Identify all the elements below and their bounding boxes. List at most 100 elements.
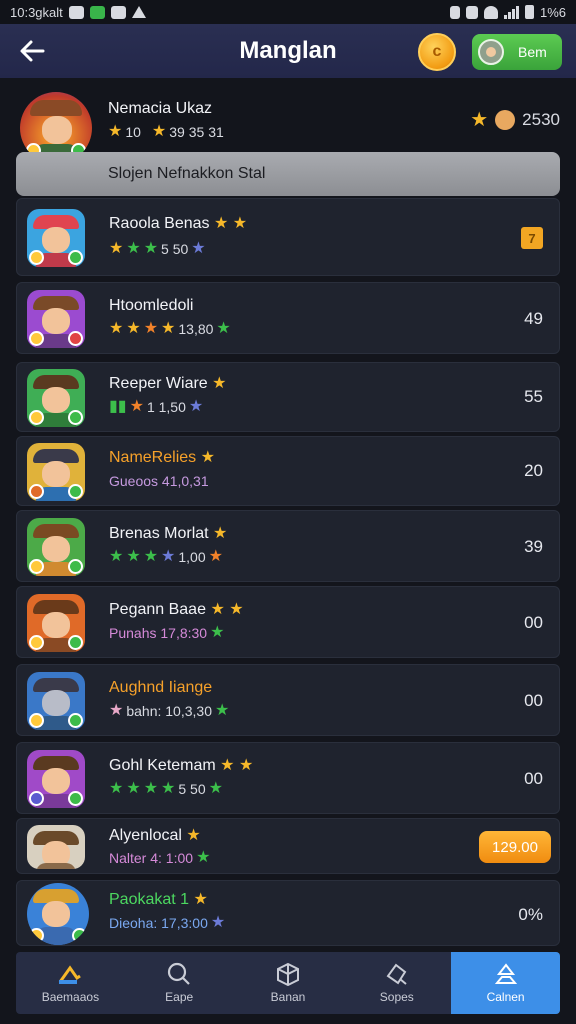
tab-label: Sopes	[379, 990, 414, 1004]
list-item[interactable]: Pegann Baae ★ ★ Punahs 17,8:30 ★ 00	[16, 586, 560, 658]
profile-button-label: Bem	[518, 44, 547, 60]
featured-value: 2530	[522, 110, 560, 129]
tab-label: Eape	[165, 990, 194, 1004]
player-name: Brenas Morlat ★	[109, 525, 227, 543]
tab-label: Banan	[270, 990, 306, 1004]
player-stats-text: bahn: 10,3,30	[126, 703, 212, 719]
status-time: 10:3gkalt	[10, 4, 63, 20]
player-avatar	[27, 825, 85, 869]
tab-label: Calnen	[486, 990, 525, 1004]
star-icon: ★	[143, 548, 159, 565]
player-name: Raoola Benas ★ ★	[109, 215, 247, 233]
player-stats-text: Dieoha: 17,3:00	[109, 915, 208, 931]
app-notification-icon	[89, 5, 105, 19]
status-bar: 10:3gkalt 1%6	[0, 0, 576, 24]
star-icon: ★	[212, 375, 227, 392]
player-avatar	[27, 594, 85, 652]
star-icon: ★	[214, 702, 230, 719]
player-stats: ★ ★ ★ ★ 5 50 ★	[109, 780, 223, 798]
star-icon: ★	[193, 891, 208, 908]
list-item[interactable]: Alyenlocal ★ Nalter 4: 1:00 ★ 129.00	[16, 818, 560, 874]
star-icon: ★	[229, 601, 244, 618]
star-icon: ★	[232, 215, 248, 232]
player-stats-text: Nalter 4: 1:00	[109, 850, 194, 866]
list-item[interactable]: Aughnd Iiange ★ bahn: 10,3,30 ★ 00	[16, 664, 560, 736]
player-name-text: Gohl Ketemam	[109, 757, 216, 774]
coin-icon: c	[432, 43, 442, 60]
player-stats-text: 13,80	[178, 321, 214, 337]
player-stats-text: 1,00	[178, 549, 206, 565]
battery-level: 1%6	[539, 4, 566, 20]
star-icon: ★	[470, 109, 489, 131]
tab-inventory[interactable]: Banan	[234, 952, 343, 1014]
player-value: 49	[524, 309, 543, 328]
list-item[interactable]: Htoomledoli ★ ★ ★ ★ 13,80 ★ 49	[16, 282, 560, 354]
player-stats: ★ ★ ★ ★ 13,80 ★	[109, 320, 231, 338]
player-stats-text: 5 50	[161, 241, 189, 257]
tab-label: Baemaaos	[41, 990, 100, 1004]
player-name: Gohl Ketemam ★ ★	[109, 757, 253, 775]
section-banner: Slojen Nefnakkon Stal	[16, 152, 560, 196]
coin-button[interactable]: c	[418, 33, 456, 71]
tab-home[interactable]: Baemaaos	[16, 952, 125, 1014]
star-icon: ★	[210, 914, 226, 931]
player-name-text: Reeper Wiare	[109, 375, 208, 392]
mail-icon	[68, 5, 84, 19]
tab-search[interactable]: Eape	[125, 952, 234, 1014]
star-icon: ★	[109, 702, 124, 719]
star-icon: ★	[129, 398, 144, 415]
star-icon: ★	[188, 398, 204, 415]
star-icon: ★	[213, 525, 228, 542]
star-icon: ★	[208, 548, 223, 565]
price-button[interactable]: 129.00	[479, 831, 551, 863]
warning-icon	[131, 6, 146, 18]
tab-explore[interactable]: Sopes	[342, 952, 451, 1014]
player-name: Pegann Baae ★ ★	[109, 601, 244, 619]
avatar	[495, 110, 516, 130]
star-icon: ★	[196, 849, 211, 866]
star-icon: ★	[151, 123, 167, 140]
player-value: 00	[524, 691, 543, 710]
star-icon: ★	[186, 827, 201, 844]
star-icon: ★	[210, 601, 225, 618]
player-avatar	[27, 672, 85, 730]
player-avatar	[27, 750, 85, 808]
tab-profile[interactable]: Calnen	[451, 952, 560, 1014]
status-badge: 7	[521, 227, 543, 249]
player-name: Htoomledoli	[109, 297, 194, 314]
profile-button[interactable]: Bem	[472, 34, 562, 70]
star-icon: ★	[109, 240, 124, 257]
player-name: Aughnd Iiange	[109, 679, 213, 696]
bottom-tab-bar: Baemaaos Eape Banan Sopes Calnen	[16, 952, 560, 1014]
player-stats: ★ ★ ★ ★ 1,00 ★	[109, 548, 223, 566]
player-stats-text: 1 1,50	[146, 399, 186, 415]
player-name-text: Pegann Baae	[109, 601, 206, 618]
battery-icon	[524, 5, 534, 19]
player-stats: ★ bahn: 10,3,30 ★	[109, 702, 230, 720]
list-item[interactable]: Brenas Morlat ★ ★ ★ ★ ★ 1,00 ★ 39	[16, 510, 560, 582]
star-icon: ★	[109, 320, 124, 337]
player-avatar	[27, 443, 85, 501]
star-icon: ★	[208, 780, 223, 797]
player-name-text: Alyenlocal	[109, 827, 182, 844]
featured-player-name: Nemacia Ukaz	[108, 100, 213, 117]
list-item[interactable]: Raoola Benas ★ ★ ★ ★ ★ 5 50 ★ 7	[16, 198, 560, 276]
star-icon: ★	[143, 240, 159, 257]
player-value: 55	[524, 387, 543, 406]
star-icon: ★	[126, 320, 141, 337]
player-value: 00	[524, 769, 543, 788]
player-avatar	[27, 209, 85, 267]
star-icon: ★	[143, 780, 159, 797]
player-name: NameRelies ★	[109, 449, 215, 467]
star-icon: ★	[161, 780, 176, 797]
player-value: 0%	[518, 905, 543, 924]
list-item[interactable]: Paokakat 1 ★ Dieoha: 17,3:00 ★ 0%	[16, 880, 560, 946]
player-name-text: Brenas Morlat	[109, 525, 209, 542]
featured-points: ★ 2530	[470, 110, 560, 130]
list-item[interactable]: Gohl Ketemam ★ ★ ★ ★ ★ ★ 5 50 ★ 00	[16, 742, 560, 814]
featured-player-row[interactable]: Nemacia Ukaz ★ 10 ★ 39 35 31 ★ 2530	[16, 88, 560, 164]
list-item[interactable]: NameRelies ★ Gueoos 41,0,31 20	[16, 436, 560, 506]
star-icon: ★	[161, 548, 176, 565]
avatar	[478, 39, 504, 65]
list-item[interactable]: Reeper Wiare ★ ▮▮ ★ 1 1,50 ★ 55	[16, 362, 560, 432]
